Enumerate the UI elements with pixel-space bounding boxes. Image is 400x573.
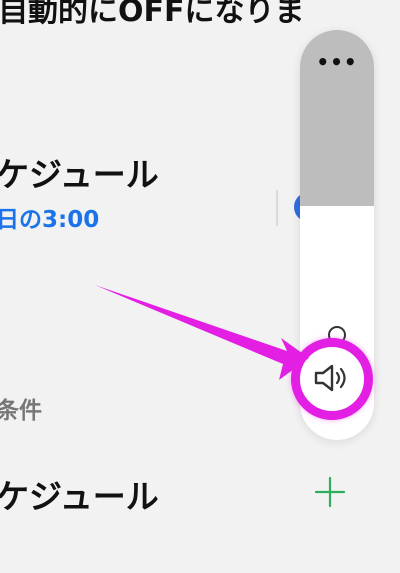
speaker-volume-icon[interactable] xyxy=(310,361,356,395)
schedule-item-title[interactable]: ケジュール xyxy=(0,148,159,196)
conditions-section-label: 条件 xyxy=(0,398,42,424)
partial-header-text: 自動的にOFFになりま xyxy=(0,0,305,29)
more-dots-icon[interactable]: ••• xyxy=(300,50,374,74)
divider xyxy=(276,190,278,226)
schedule-item-time[interactable]: 日の3:00 xyxy=(0,200,99,234)
screen: 自動的にOFFになりま ケジュール 日の3:00 条件 ケジュール ••• xyxy=(0,0,400,573)
schedule-item-title-2[interactable]: ケジュール xyxy=(0,470,159,518)
plus-icon[interactable] xyxy=(312,474,348,510)
